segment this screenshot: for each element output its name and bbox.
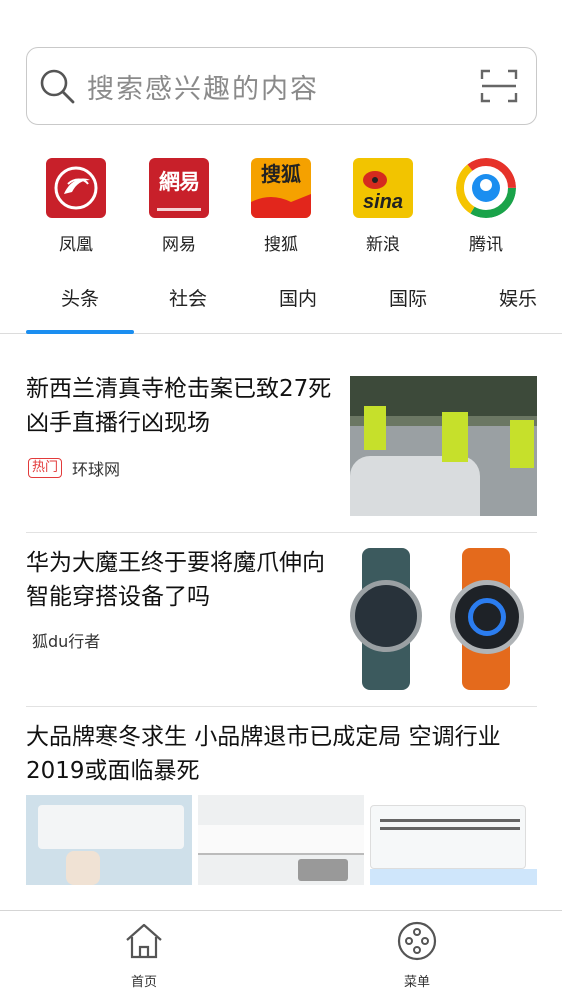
divider: [26, 706, 537, 707]
menu-icon: [397, 921, 437, 961]
shortcut-tencent[interactable]: 腾讯: [441, 158, 531, 255]
ifeng-logo: [46, 158, 106, 218]
search-bar[interactable]: 搜索感兴趣的内容: [26, 47, 537, 125]
scan-icon[interactable]: [480, 67, 518, 105]
news-thumbnail: [198, 795, 364, 885]
svg-text:sina: sina: [363, 191, 403, 213]
nav-label: 首页: [130, 975, 157, 990]
shortcut-label: 新浪: [366, 235, 400, 255]
news-thumbnail: [370, 795, 537, 885]
news-thumbnail: [350, 548, 537, 690]
bottom-nav: 首页 菜单: [0, 910, 562, 1000]
news-thumbnail: [350, 376, 537, 516]
site-shortcuts: 凤凰 網易 网易 搜狐 搜狐 sina 新浪 腾讯: [0, 158, 562, 255]
search-placeholder: 搜索感兴趣的内容: [87, 73, 319, 105]
nav-label: 菜单: [403, 975, 430, 990]
news-title: 华为大魔王终于要将魔爪伸向智能穿搭设备了吗: [26, 550, 325, 610]
hot-badge: 热门: [28, 458, 63, 478]
tencent-logo: [456, 158, 516, 218]
nav-menu[interactable]: 菜单: [377, 919, 457, 990]
tab-society[interactable]: 社会: [133, 284, 243, 311]
sina-logo: sina: [353, 158, 413, 218]
shortcut-sohu[interactable]: 搜狐 搜狐: [236, 158, 326, 255]
shortcut-ifeng[interactable]: 凤凰: [31, 158, 121, 255]
nav-home[interactable]: 首页: [104, 919, 184, 990]
shortcut-label: 腾讯: [469, 235, 503, 255]
news-thumbnail: [26, 795, 192, 885]
tab-domestic[interactable]: 国内: [243, 284, 353, 311]
search-icon: [40, 69, 75, 104]
shortcut-netease[interactable]: 網易 网易: [134, 158, 224, 255]
news-source: 狐du行者: [32, 632, 101, 651]
divider: [26, 532, 537, 533]
active-tab-indicator: [26, 330, 134, 334]
shortcut-label: 凤凰: [59, 235, 93, 255]
netease-logo: 網易: [149, 158, 209, 218]
tab-headline[interactable]: 头条: [25, 284, 135, 311]
shortcut-sina[interactable]: sina 新浪: [338, 158, 428, 255]
category-tabs: 头条 社会 国内 国际 娱乐: [0, 270, 562, 334]
news-source: 环球网: [72, 460, 121, 479]
shortcut-label: 网易: [162, 235, 196, 255]
tab-entertainment[interactable]: 娱乐: [463, 284, 562, 311]
sohu-logo: 搜狐: [251, 158, 311, 218]
tab-international[interactable]: 国际: [353, 284, 463, 311]
news-title: 大品牌寒冬求生 小品牌退市已成定局 空调行业2019或面临暴死: [26, 724, 501, 784]
browser-home: 搜索感兴趣的内容 凤凰 網易 网易 搜狐 搜狐 sina 新浪 腾讯 头条 社会…: [0, 0, 562, 1000]
news-title: 新西兰清真寺枪击案已致27死 凶手直播行凶现场: [26, 376, 332, 436]
home-icon: [126, 923, 162, 959]
shortcut-label: 搜狐: [264, 235, 298, 255]
